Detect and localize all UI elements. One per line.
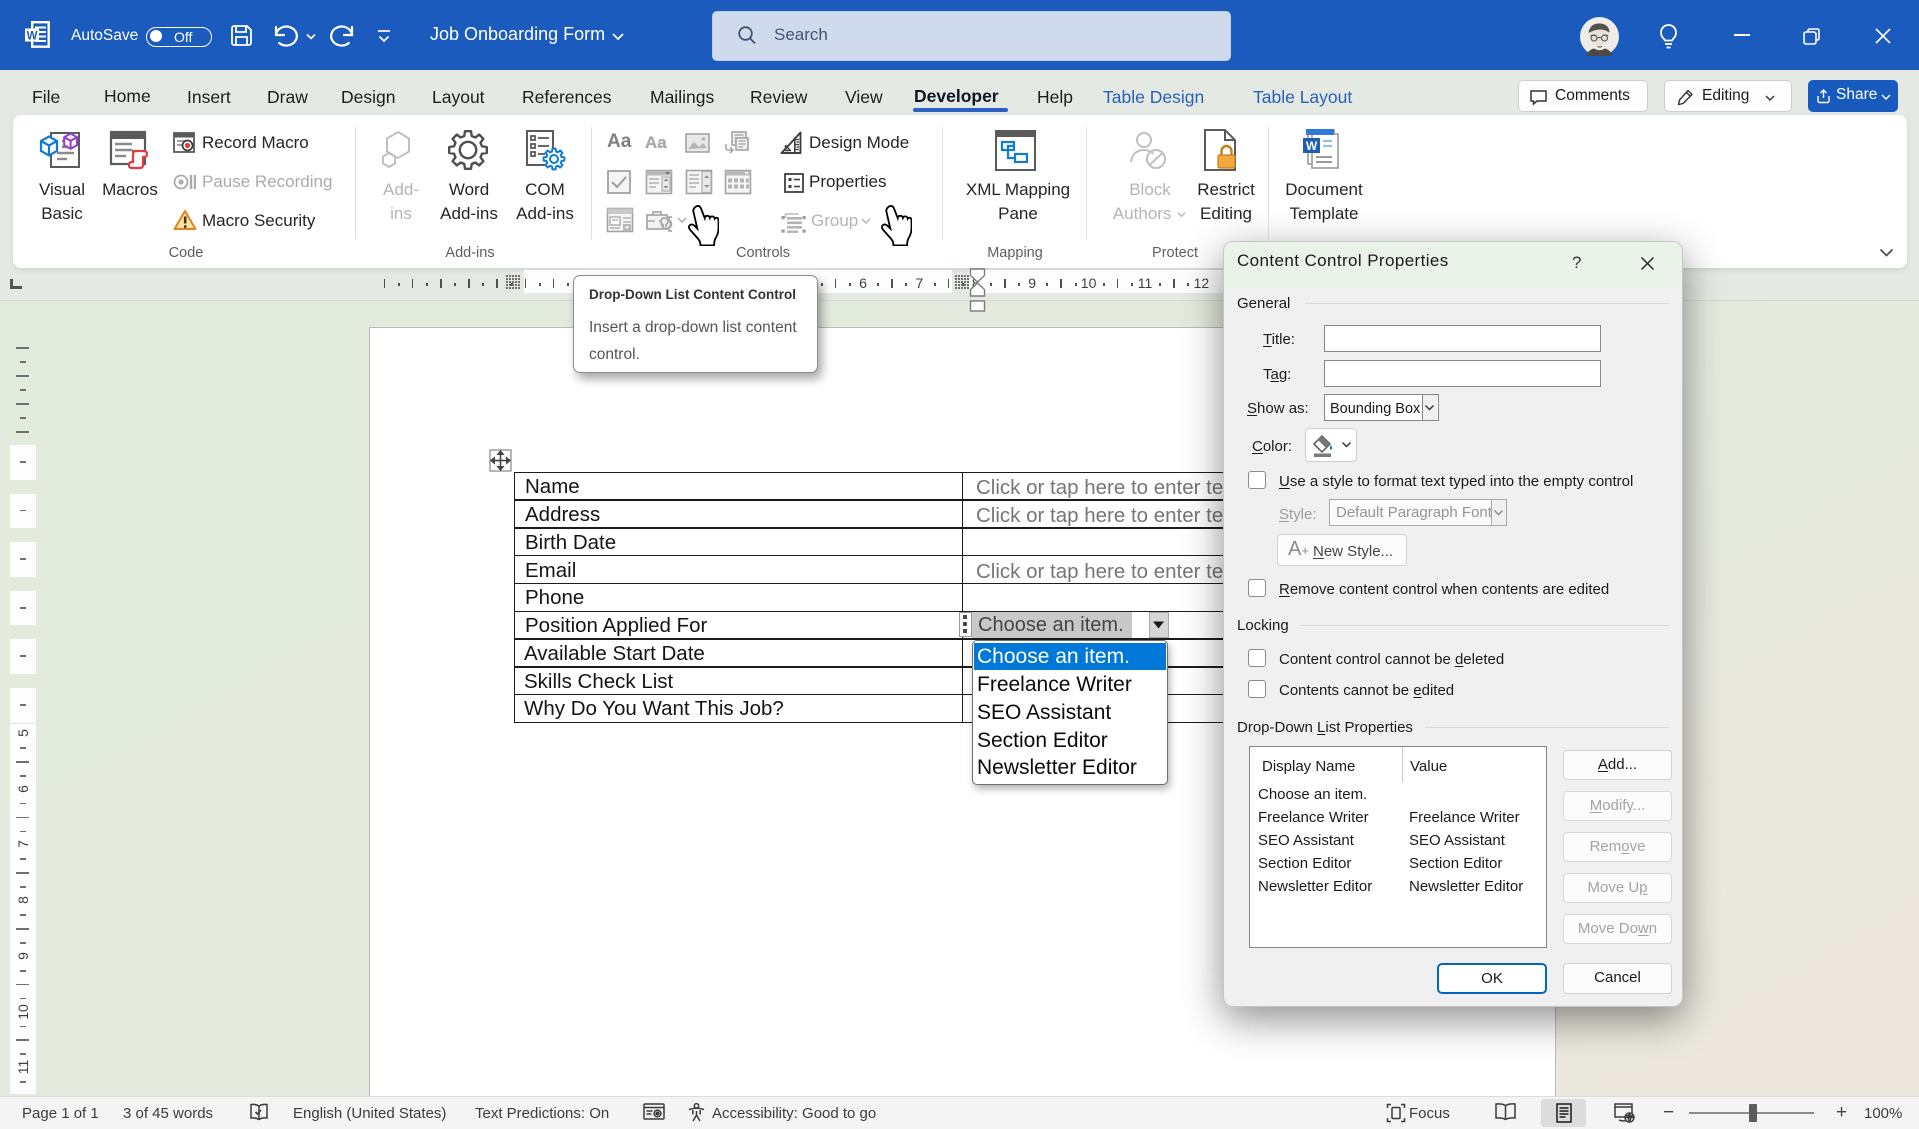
svg-text:W: W — [1306, 139, 1318, 153]
svg-text:W: W — [27, 30, 38, 42]
